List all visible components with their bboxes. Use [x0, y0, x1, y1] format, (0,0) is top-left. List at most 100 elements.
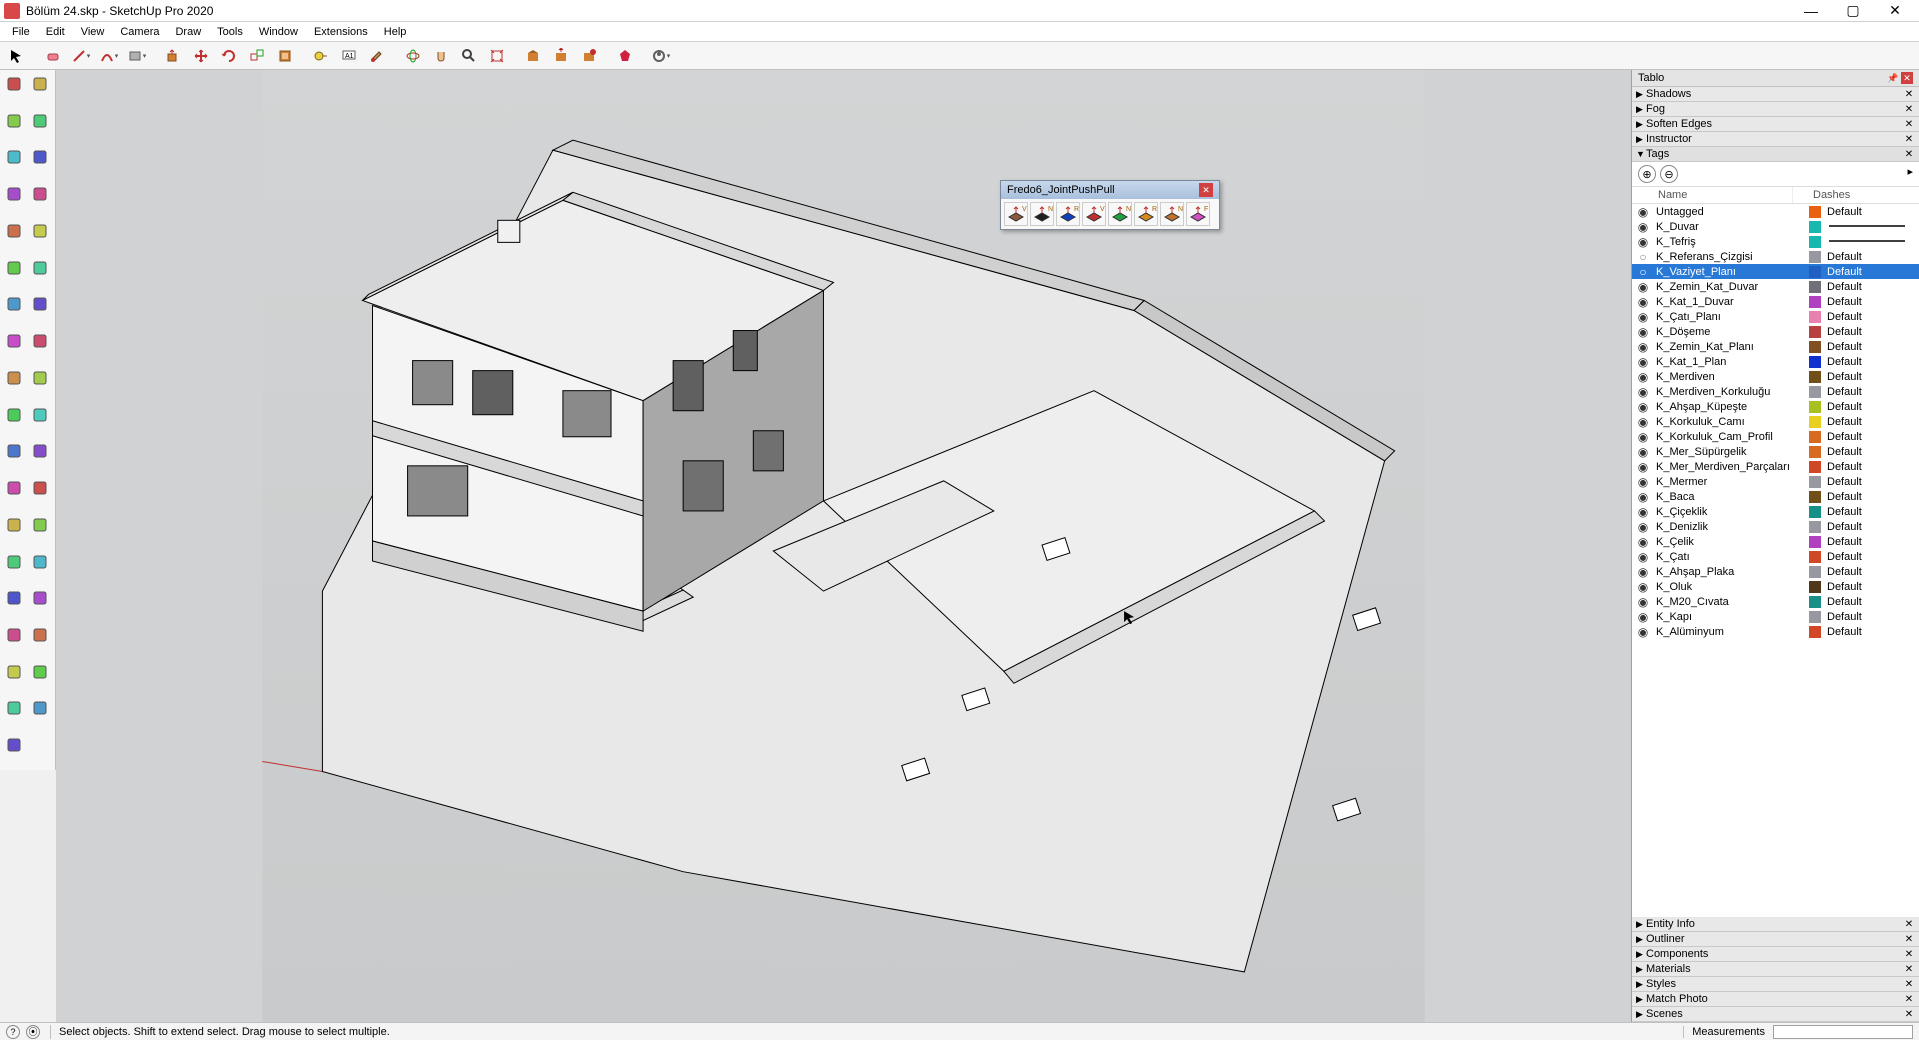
- orbit-tool[interactable]: [400, 44, 426, 68]
- tag-row[interactable]: K_Vaziyet_PlanıDefault: [1632, 264, 1919, 279]
- tag-menu-button[interactable]: ▸: [1907, 165, 1913, 183]
- panel-materials[interactable]: ▶Materials✕: [1632, 962, 1919, 977]
- warehouse-get[interactable]: [576, 44, 602, 68]
- tag-row[interactable]: K_Duvar: [1632, 219, 1919, 234]
- tag-color-swatch[interactable]: [1809, 566, 1821, 578]
- select-tool[interactable]: [4, 44, 30, 68]
- sandbox-1-tool[interactable]: [28, 623, 52, 647]
- tag-color-swatch[interactable]: [1809, 236, 1821, 248]
- tag-name[interactable]: K_Baca: [1654, 491, 1807, 503]
- tag-dash[interactable]: Default: [1823, 566, 1919, 578]
- tag-row[interactable]: K_Ahşap_KüpeşteDefault: [1632, 399, 1919, 414]
- pan-tool[interactable]: [428, 44, 454, 68]
- tag-color-swatch[interactable]: [1809, 206, 1821, 218]
- tag-row[interactable]: K_Ahşap_PlakaDefault: [1632, 564, 1919, 579]
- tag-row[interactable]: K_DenizlikDefault: [1632, 519, 1919, 534]
- tag-row[interactable]: K_ÇelikDefault: [1632, 534, 1919, 549]
- panel-close-icon[interactable]: ✕: [1903, 919, 1915, 930]
- zoom-tool[interactable]: [2, 513, 26, 537]
- tag-name[interactable]: K_Mermer: [1654, 476, 1807, 488]
- tag-visibility-toggle[interactable]: [1632, 310, 1654, 324]
- tag-visibility-toggle[interactable]: [1632, 325, 1654, 339]
- tag-visibility-toggle[interactable]: [1632, 280, 1654, 294]
- tag-dash[interactable]: Default: [1823, 356, 1919, 368]
- offset-tool[interactable]: [28, 256, 52, 280]
- fredo-close-button[interactable]: ✕: [1199, 183, 1213, 197]
- tag-visibility-toggle[interactable]: [1632, 250, 1654, 264]
- panel-components[interactable]: ▶Components✕: [1632, 947, 1919, 962]
- select-tool[interactable]: [2, 72, 26, 96]
- tag-visibility-toggle[interactable]: [1632, 460, 1654, 474]
- menu-draw[interactable]: Draw: [167, 24, 209, 40]
- dim-tool[interactable]: [28, 403, 52, 427]
- tag-color-swatch[interactable]: [1809, 251, 1821, 263]
- tag-dash[interactable]: Default: [1823, 461, 1919, 473]
- tag-color-swatch[interactable]: [1809, 506, 1821, 518]
- tag-row[interactable]: K_M20_CıvataDefault: [1632, 594, 1919, 609]
- ext-manager[interactable]: [648, 44, 674, 68]
- text-tool[interactable]: [2, 403, 26, 427]
- zoom-extents-tool[interactable]: [2, 550, 26, 574]
- tag-visibility-toggle[interactable]: [1632, 385, 1654, 399]
- tag-visibility-toggle[interactable]: [1632, 550, 1654, 564]
- tag-add-button[interactable]: ⊕: [1638, 165, 1656, 183]
- arc-tool[interactable]: [96, 44, 122, 68]
- tag-color-swatch[interactable]: [1809, 401, 1821, 413]
- tag-visibility-toggle[interactable]: [1632, 535, 1654, 549]
- tag-row[interactable]: K_Korkuluk_Cam_ProfilDefault: [1632, 429, 1919, 444]
- scale-tool[interactable]: [244, 44, 270, 68]
- tag-dash[interactable]: Default: [1823, 536, 1919, 548]
- tag-dash[interactable]: [1823, 221, 1919, 233]
- tag-row[interactable]: K_ÇatıDefault: [1632, 549, 1919, 564]
- tag-dash[interactable]: [1823, 236, 1919, 248]
- ruby-console[interactable]: [612, 44, 638, 68]
- tag-dash[interactable]: Default: [1823, 386, 1919, 398]
- tag-dash[interactable]: Default: [1823, 401, 1919, 413]
- panel-instructor[interactable]: ▶Instructor✕: [1632, 132, 1919, 147]
- solid-1-tool[interactable]: [28, 660, 52, 684]
- tag-visibility-toggle[interactable]: [1632, 340, 1654, 354]
- tag-dash[interactable]: Default: [1823, 611, 1919, 623]
- position-tool[interactable]: [2, 623, 26, 647]
- tag-row[interactable]: K_Merdiven_KorkuluğuDefault: [1632, 384, 1919, 399]
- circle-tool[interactable]: [28, 182, 52, 206]
- tag-dash[interactable]: Default: [1823, 251, 1919, 263]
- tag-row[interactable]: K_Kat_1_PlanDefault: [1632, 354, 1919, 369]
- panel-close-icon[interactable]: ✕: [1903, 119, 1915, 130]
- tag-name[interactable]: K_Merdiven: [1654, 371, 1807, 383]
- menu-window[interactable]: Window: [251, 24, 306, 40]
- tag-row[interactable]: K_Çatı_PlanıDefault: [1632, 309, 1919, 324]
- tag-row[interactable]: K_BacaDefault: [1632, 489, 1919, 504]
- fredo-toolbar[interactable]: Fredo6_JointPushPull ✕ VNRVNRNF: [1000, 180, 1220, 230]
- text-tool[interactable]: A1: [336, 44, 362, 68]
- line-tool[interactable]: [2, 109, 26, 133]
- rotate-tool[interactable]: [28, 292, 52, 316]
- tag-name[interactable]: K_Korkuluk_Camı: [1654, 416, 1807, 428]
- pan-tool[interactable]: [28, 476, 52, 500]
- tag-row[interactable]: K_OlukDefault: [1632, 579, 1919, 594]
- panel-scenes[interactable]: ▶Scenes✕: [1632, 1007, 1919, 1022]
- tag-visibility-toggle[interactable]: [1632, 490, 1654, 504]
- tag-visibility-toggle[interactable]: [1632, 235, 1654, 249]
- jpp-7[interactable]: N: [1160, 202, 1184, 226]
- panel-close-icon[interactable]: ✕: [1903, 964, 1915, 975]
- paint-tool[interactable]: [364, 44, 390, 68]
- panel-close-icon[interactable]: ✕: [1903, 149, 1915, 160]
- sandbox-2-tool[interactable]: [2, 660, 26, 684]
- tag-color-swatch[interactable]: [1809, 266, 1821, 278]
- tag-dash[interactable]: Default: [1823, 626, 1919, 638]
- tag-visibility-toggle[interactable]: [1632, 265, 1654, 279]
- tag-visibility-toggle[interactable]: [1632, 625, 1654, 639]
- tag-visibility-toggle[interactable]: [1632, 445, 1654, 459]
- tag-visibility-toggle[interactable]: [1632, 505, 1654, 519]
- pie-tool[interactable]: [2, 256, 26, 280]
- tray-pin-icon[interactable]: 📌: [1887, 72, 1899, 84]
- prev-view-tool[interactable]: [28, 550, 52, 574]
- tape-tool[interactable]: [28, 145, 52, 169]
- tag-name[interactable]: K_Çatı_Planı: [1654, 311, 1807, 323]
- fredo-titlebar[interactable]: Fredo6_JointPushPull ✕: [1001, 181, 1219, 199]
- jpp-1[interactable]: V: [1004, 202, 1028, 226]
- tag-name[interactable]: K_Duvar: [1654, 221, 1807, 233]
- move-tool[interactable]: [188, 44, 214, 68]
- tag-name[interactable]: K_Korkuluk_Cam_Profil: [1654, 431, 1807, 443]
